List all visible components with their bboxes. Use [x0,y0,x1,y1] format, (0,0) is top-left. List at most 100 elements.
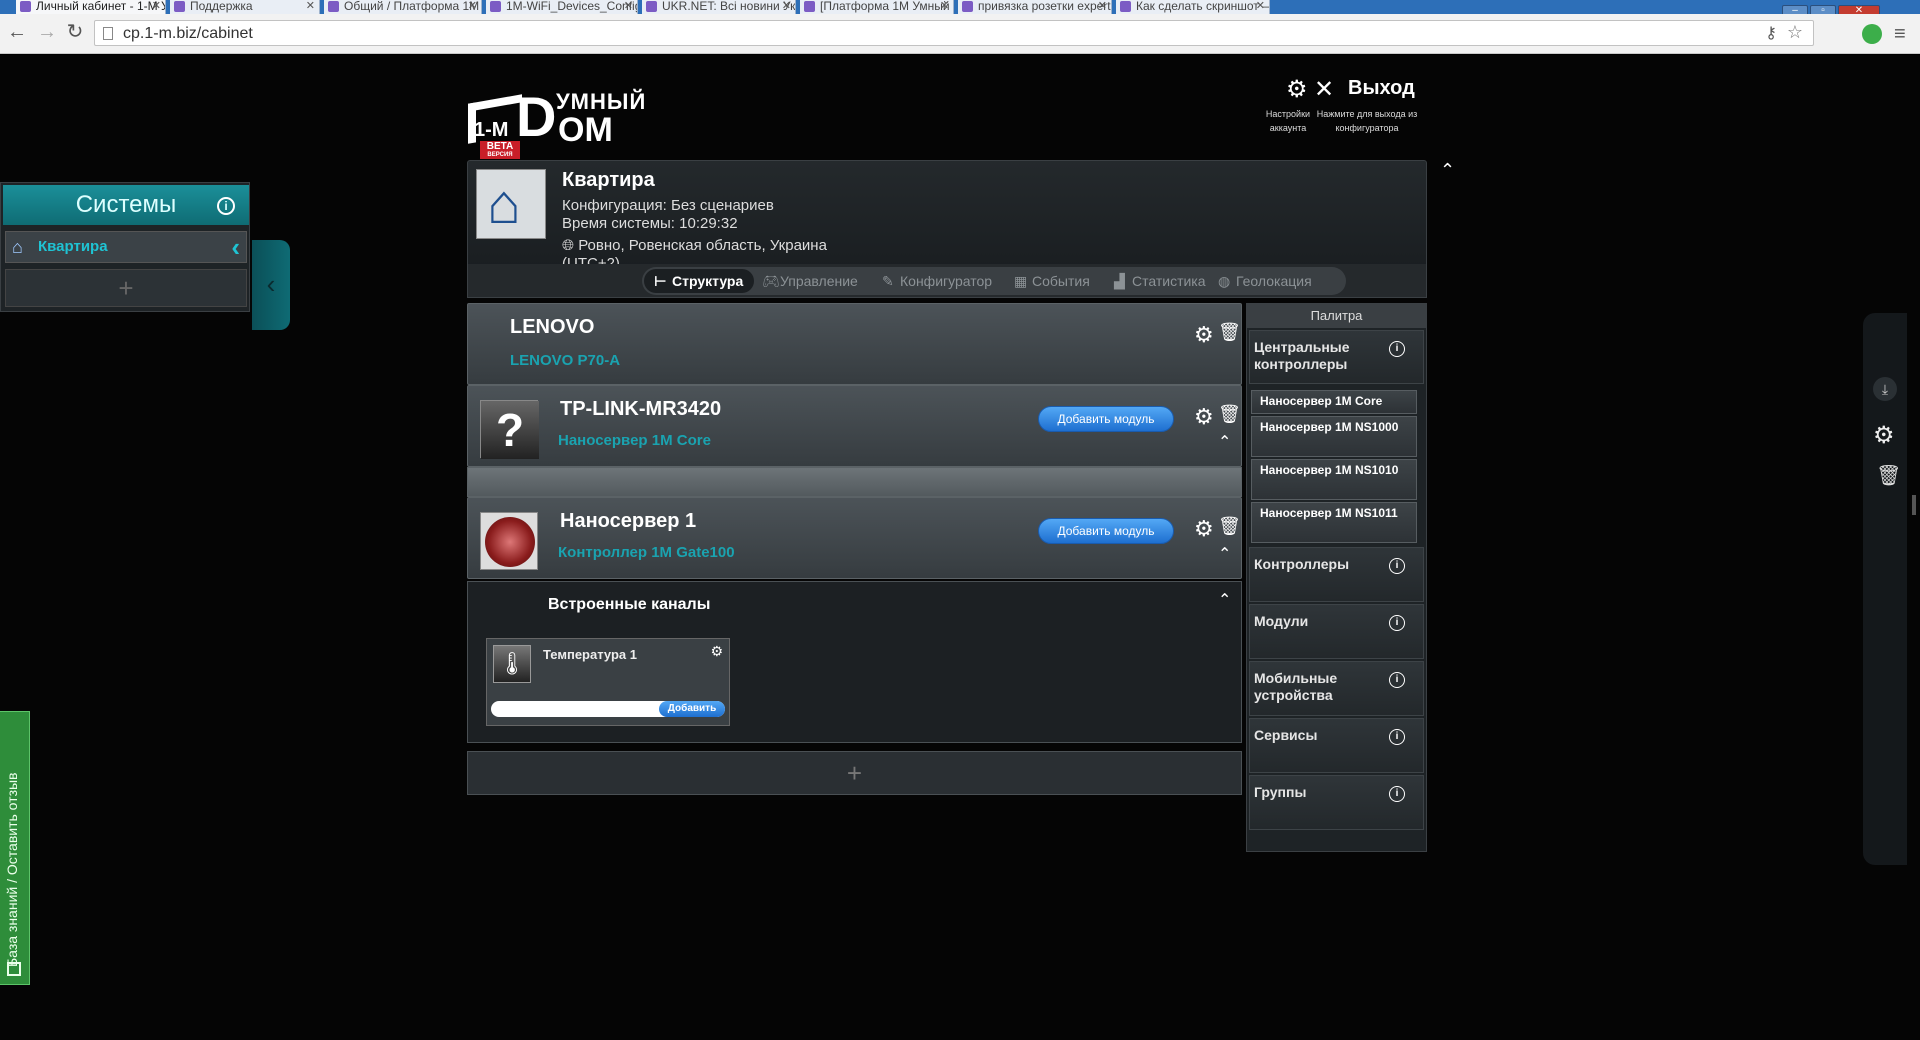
chevron-up-icon[interactable]: ⌃ [1218,432,1231,452]
chevron-left-icon[interactable]: ‹ [231,232,240,262]
palette-section-services[interactable]: Сервисы i [1249,718,1424,773]
add-channel-button[interactable]: Добавить [659,701,725,717]
palette-title: Палитра [1247,304,1426,328]
bookmark-star-icon[interactable]: ☆ [1787,22,1803,43]
exit-caption: Нажмите для выхода из конфигуратора [1316,109,1418,133]
system-item-label: Квартира [38,238,108,255]
exit-button[interactable]: Выход [1348,77,1415,100]
gamepad-icon: 🎮︎ [762,273,780,289]
browser-tab[interactable]: привязка розетки expert ✕ [958,0,1112,14]
browser-tab[interactable]: Как сделать скриншот — ✕ [1116,0,1270,14]
palette-item[interactable]: Наносервер 1M Core [1251,390,1417,414]
palette-section-mobile-devices[interactable]: Мобильные устройства i [1249,661,1424,716]
feedback-tab[interactable]: База знаний / Оставить отзыв [0,711,30,985]
gear-icon[interactable]: ⚙ [1194,516,1214,542]
palette-item[interactable]: Наносервер 1M NS1010 [1251,459,1417,500]
palette-item[interactable]: Наносервер 1M NS1011 [1251,502,1417,543]
tab-close-icon[interactable]: ✕ [1256,0,1265,12]
tab-close-icon[interactable]: ✕ [306,0,315,12]
channel-card[interactable]: 🌡︎ Температура 1 ⚙ Добавить [486,638,730,726]
add-module-button[interactable]: Добавить модуль [1038,406,1174,432]
tab-close-icon[interactable]: ✕ [468,0,477,12]
info-icon[interactable]: i [1389,729,1405,745]
settings-caption: Настройки аккаунта [1265,109,1311,133]
apartment-icon: ⌂ [476,169,546,239]
device-name: LENOVO [510,316,595,338]
channel-input[interactable]: Добавить [491,701,725,717]
browser-tab-strip: Личный кабинет - 1-М У ✕ Поддержка ✕ Общ… [0,0,1920,14]
chevron-up-icon[interactable]: ⌃ [1218,544,1231,564]
tab-geolocation[interactable]: ◍ Геолокация [1218,273,1312,290]
info-icon[interactable]: i [1389,615,1405,631]
tab-control[interactable]: 🎮︎Управление [762,273,858,290]
info-icon[interactable]: i [1389,341,1405,357]
tab-statistics[interactable]: ▟ Статистика [1114,273,1206,290]
palette-item[interactable]: Наносервер 1M NS1000 [1251,416,1417,457]
tab-close-icon[interactable]: ✕ [782,0,791,12]
browser-tab[interactable]: Поддержка ✕ [170,0,320,14]
collapse-panel-icon[interactable]: ‹ [252,240,290,330]
window-close-icon[interactable]: ✕ [1838,5,1880,14]
exit-close-icon[interactable]: ✕ [1314,75,1334,104]
info-icon[interactable]: i [1389,786,1405,802]
account-settings-gear-icon[interactable]: ⚙ [1286,75,1308,104]
minimize-icon[interactable]: – [1782,5,1808,14]
device-row[interactable]: LENOVO LENOVO P70-A ⚙ 🗑︎ [467,303,1242,385]
apartment-header: ⌂ Квартира Конфигурация: Без сценариев В… [467,160,1427,270]
back-arrow-icon[interactable]: ← [6,22,28,44]
info-icon[interactable]: i [1389,558,1405,574]
address-bar[interactable]: cp.1-m.biz/cabinet ⚷ ☆ [94,20,1814,46]
tab-events[interactable]: ▦ События [1014,273,1090,290]
key-icon[interactable]: ⚷ [1765,23,1777,43]
section-tabs: ⊢ Структура 🎮︎Управление ✎ Конфигуратор ▦ С… [467,264,1427,298]
tab-close-icon[interactable]: ✕ [940,0,949,12]
browser-tab[interactable]: 1M-WiFi_Devices_Config ✕ [486,0,638,14]
info-icon[interactable]: i [217,197,235,215]
browser-menu-icon[interactable]: ≡ [1894,23,1906,46]
device-row[interactable]: Наносервер 1 Контроллер 1M Gate100 Добав… [467,497,1242,579]
reload-icon[interactable]: ↻ [64,22,86,44]
gear-icon[interactable]: ⚙ [1873,421,1895,450]
trash-icon[interactable]: 🗑︎ [1218,322,1241,343]
system-item-apartment[interactable]: ⌂ Квартира ‹ [5,231,247,263]
tab-close-icon[interactable]: ✕ [1098,0,1107,12]
gear-icon[interactable]: ⚙ [710,643,723,660]
device-subtitle: Наносервер 1M Core [558,432,711,449]
trash-icon[interactable]: 🗑︎ [1218,516,1241,537]
configuration-text: Конфигурация: Без сценариев [562,197,774,214]
download-icon[interactable]: ⤓ [1873,377,1897,401]
channel-label: Температура 1 [543,647,637,662]
device-row-spacer [467,467,1242,497]
browser-tab[interactable]: Общий / Платформа 1М ✕ [324,0,482,14]
tab-configurator[interactable]: ✎ Конфигуратор [882,273,992,290]
forward-arrow-icon[interactable]: → [36,22,58,44]
browser-tab[interactable]: [Платформа 1М Умный Д ✕ [800,0,954,14]
trash-icon[interactable]: 🗑︎ [1218,404,1241,425]
tab-structure[interactable]: ⊢ Структура [654,273,743,290]
scrollbar-grip[interactable] [1912,495,1916,515]
browser-tab[interactable]: UKR.NET: Всі новини Укр ✕ [642,0,796,14]
add-module-button[interactable]: Добавить модуль [1038,518,1174,544]
palette-section-central-controllers[interactable]: Центральные контроллеры i [1249,330,1424,384]
palette-section-controllers[interactable]: Контроллеры i [1249,547,1424,602]
feedback-label: База знаний / Оставить отзыв [4,772,20,967]
browser-tab[interactable]: Личный кабинет - 1-М У ✕ [16,0,166,14]
info-icon[interactable]: i [1389,672,1405,688]
trash-icon[interactable]: 🗑︎ [1876,463,1901,488]
add-device-button[interactable]: + [467,751,1242,795]
palette-section-groups[interactable]: Группы i [1249,775,1424,830]
device-row[interactable]: ? TP-LINK-MR3420 Наносервер 1M Core Доба… [467,385,1242,467]
chevron-up-icon[interactable]: ⌃ [1440,160,1455,181]
tab-close-icon[interactable]: ✕ [624,0,633,12]
extension-icon[interactable] [1862,24,1882,44]
builtin-channels-panel: Встроенные каналы ⌃ 🌡︎ Температура 1 ⚙ Д… [467,581,1242,743]
tab-close-icon[interactable]: ✕ [152,0,161,12]
gear-icon[interactable]: ⚙ [1194,322,1214,348]
gear-icon[interactable]: ⚙ [1194,404,1214,430]
maximize-icon[interactable]: ▫ [1810,5,1836,14]
palette-section-modules[interactable]: Модули i [1249,604,1424,659]
chevron-up-icon[interactable]: ⌃ [1218,590,1231,610]
add-system-button[interactable]: + [5,269,247,307]
mail-favicon-icon [804,1,815,12]
home-icon: ⌂ [12,237,23,257]
